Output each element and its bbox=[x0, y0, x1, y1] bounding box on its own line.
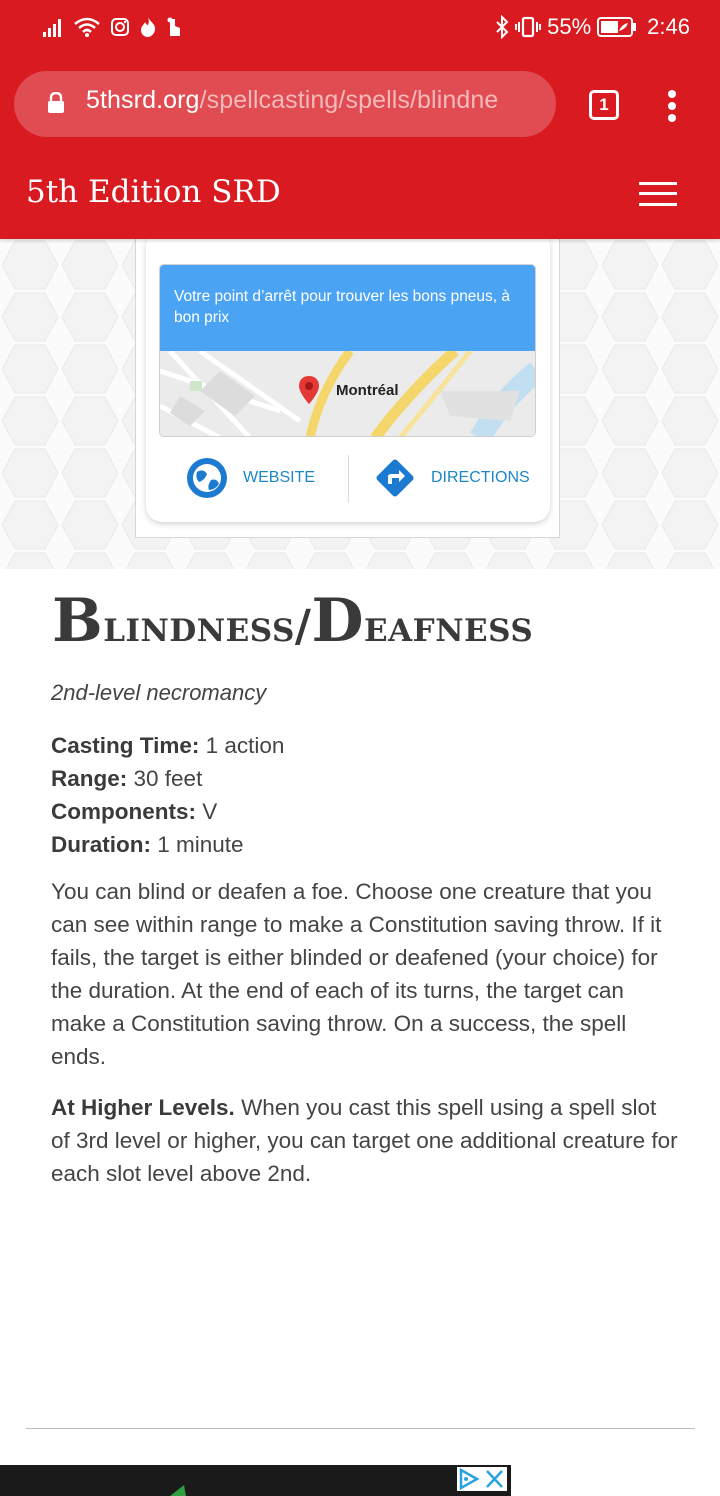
duration-value: 1 minute bbox=[151, 832, 244, 857]
tab-switcher-button[interactable]: 1 bbox=[589, 90, 619, 120]
vibrate-icon bbox=[515, 16, 542, 38]
spell-title: Blindness/Deafness bbox=[52, 586, 533, 656]
battery-icon bbox=[597, 17, 637, 37]
ad-panel[interactable]: Votre point d’arrêt pour trouver les bon… bbox=[159, 264, 536, 437]
url-path: /spellcasting/spells/blindne bbox=[199, 86, 499, 114]
higher-levels-paragraph: At Higher Levels. When you cast this spe… bbox=[51, 1091, 681, 1190]
overflow-menu-icon[interactable] bbox=[662, 90, 682, 122]
close-ad-icon[interactable] bbox=[482, 1467, 507, 1491]
ad-directions-label: DIRECTIONS bbox=[431, 469, 530, 486]
instagram-icon bbox=[111, 18, 129, 36]
adchoices-icon[interactable] bbox=[457, 1467, 482, 1491]
components-label: Components: bbox=[51, 799, 196, 824]
bottom-banner-ad[interactable] bbox=[0, 1465, 511, 1496]
casting-time-row: Casting Time: 1 action bbox=[51, 729, 284, 762]
url-domain: 5thsrd.org bbox=[86, 86, 200, 114]
ad-directions-button[interactable]: DIRECTIONS bbox=[373, 456, 530, 500]
range-value: 30 feet bbox=[127, 766, 203, 791]
components-row: Components: V bbox=[51, 795, 284, 828]
ad-choices[interactable] bbox=[457, 1467, 507, 1491]
site-header: 5th Edition SRD bbox=[0, 152, 720, 239]
bluetooth-icon bbox=[496, 15, 509, 39]
map-pin-icon bbox=[299, 376, 319, 404]
footer-divider bbox=[26, 1428, 695, 1429]
duration-label: Duration: bbox=[51, 832, 151, 857]
banner-graphic bbox=[170, 1485, 186, 1496]
ad-map[interactable]: Montréal bbox=[160, 351, 535, 436]
spell-description: You can blind or deafen a foe. Choose on… bbox=[51, 879, 662, 1069]
hamburger-menu-icon[interactable] bbox=[639, 182, 677, 206]
wifi-icon bbox=[74, 17, 100, 37]
clock: 2:46 bbox=[647, 14, 690, 39]
globe-icon bbox=[187, 458, 227, 498]
higher-levels-label: At Higher Levels. bbox=[51, 1095, 235, 1120]
map-label: Montréal bbox=[336, 382, 399, 399]
directions-icon bbox=[376, 459, 414, 497]
usb-debug-icon bbox=[167, 17, 180, 36]
lock-icon bbox=[48, 92, 64, 113]
ad-website-label: WEBSITE bbox=[243, 469, 316, 486]
spell-stats: Casting Time: 1 action Range: 30 feet Co… bbox=[51, 729, 284, 861]
ad-website-button[interactable]: WEBSITE bbox=[185, 456, 315, 500]
battery-percent: 55% bbox=[547, 14, 592, 39]
range-row: Range: 30 feet bbox=[51, 762, 284, 795]
components-value: V bbox=[196, 799, 218, 824]
spell-title-text: Blindness/Deafness bbox=[52, 586, 534, 656]
url-text[interactable]: 5thsrd.org/spellcasting/spells/blindne bbox=[86, 86, 498, 115]
status-bar: 55% 2:46 bbox=[0, 0, 720, 58]
site-title[interactable]: 5th Edition SRD bbox=[26, 174, 281, 210]
casting-time-value: 1 action bbox=[199, 733, 285, 758]
cell-signal-icon bbox=[43, 19, 61, 37]
duration-row: Duration: 1 minute bbox=[51, 828, 284, 861]
range-label: Range: bbox=[51, 766, 128, 791]
ad-button-divider bbox=[348, 455, 349, 503]
casting-time-label: Casting Time: bbox=[51, 733, 200, 758]
spell-school: 2nd-level necromancy bbox=[51, 680, 267, 705]
tinder-icon bbox=[141, 17, 156, 37]
ad-headline[interactable]: Votre point d’arrêt pour trouver les bon… bbox=[160, 265, 535, 351]
address-bar[interactable]: 5thsrd.org/spellcasting/spells/blindne bbox=[14, 71, 556, 137]
browser-toolbar: 5thsrd.org/spellcasting/spells/blindne 1 bbox=[0, 58, 720, 152]
